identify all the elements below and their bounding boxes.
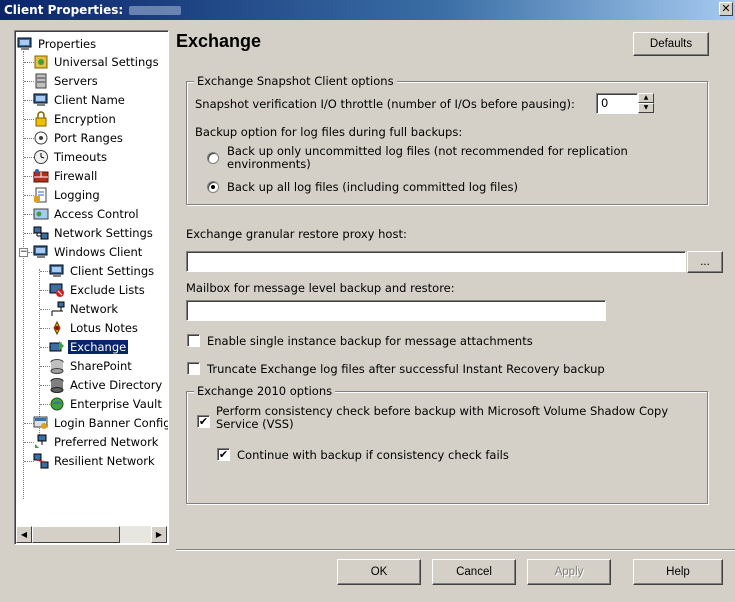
radio-uncommitted-label[interactable]: Back up only uncommitted log files (not … — [227, 145, 667, 171]
scroll-left-button[interactable]: ◀ — [16, 526, 32, 543]
access-control-icon — [33, 206, 49, 222]
resilient-network-icon — [33, 453, 49, 469]
proxy-host-label: Exchange granular restore proxy host: — [186, 227, 407, 241]
continue-backup-checkbox[interactable]: ✔ — [217, 448, 230, 461]
logging-icon — [33, 187, 49, 203]
group-title: Exchange 2010 options — [194, 384, 336, 398]
port-ranges-icon — [33, 130, 49, 146]
tree-item-login-banner[interactable]: Login Banner Configuration — [33, 414, 168, 432]
clock-icon — [33, 149, 49, 165]
cancel-button[interactable]: Cancel — [432, 559, 516, 585]
tree-item-active-directory[interactable]: Active Directory — [49, 376, 164, 394]
apply-button[interactable]: Apply — [527, 559, 611, 585]
network-icon — [49, 301, 65, 317]
truncate-logs-checkbox[interactable] — [187, 362, 200, 375]
tree-item-enterprise-vault[interactable]: Enterprise Vault — [49, 395, 164, 413]
single-instance-label[interactable]: Enable single instance backup for messag… — [207, 334, 533, 348]
proxy-host-input[interactable] — [186, 251, 686, 272]
preferred-network-icon — [33, 434, 49, 450]
tree-item-resilient-network[interactable]: Resilient Network — [33, 452, 157, 470]
truncate-logs-label[interactable]: Truncate Exchange log files after succes… — [207, 362, 605, 376]
collapse-windows-client[interactable]: − — [19, 248, 28, 257]
tree-item-lotus-notes[interactable]: Lotus Notes — [49, 319, 140, 337]
radio-uncommitted-logs[interactable] — [207, 152, 219, 164]
arrow-left-icon: ◀ — [20, 530, 28, 539]
client-name-icon — [33, 92, 49, 108]
lock-icon — [33, 111, 49, 127]
close-icon: ✕ — [721, 2, 731, 15]
title-bar: Client Properties: ✕ — [0, 0, 735, 20]
throttle-input[interactable]: 0 — [596, 93, 638, 114]
radio-all-label[interactable]: Back up all log files (including committ… — [227, 180, 518, 194]
tree-item-client-name[interactable]: Client Name — [33, 91, 127, 109]
throttle-spinner[interactable]: ▲ ▼ — [638, 93, 654, 114]
consistency-check-checkbox[interactable]: ✔ — [197, 415, 210, 428]
tree-horizontal-scrollbar[interactable]: ◀ ▶ — [16, 526, 167, 543]
browse-button[interactable]: ... — [687, 251, 723, 273]
tree-item-network[interactable]: Network — [49, 300, 120, 318]
lotus-notes-icon — [49, 320, 65, 336]
tree-item-preferred-network[interactable]: Preferred Network — [33, 433, 160, 451]
ok-button[interactable]: OK — [337, 559, 421, 585]
enterprise-vault-icon — [49, 396, 65, 412]
tree-item-logging[interactable]: Logging — [33, 186, 102, 204]
active-directory-icon — [49, 377, 65, 393]
group-title: Exchange Snapshot Client options — [194, 74, 397, 88]
radio-all-logs[interactable] — [207, 181, 219, 193]
defaults-button[interactable]: Defaults — [633, 32, 709, 56]
login-banner-icon — [33, 415, 49, 431]
scroll-thumb[interactable] — [32, 526, 120, 543]
tree-item-timeouts[interactable]: Timeouts — [33, 148, 109, 166]
mailbox-label: Mailbox for message level backup and res… — [186, 281, 455, 295]
servers-icon — [33, 73, 49, 89]
computer-icon — [17, 36, 33, 52]
exclude-lists-icon — [49, 282, 65, 298]
properties-tree[interactable]: Properties Universal Settings Servers Cl… — [14, 30, 169, 545]
tree-item-windows-client[interactable]: Windows Client — [33, 243, 144, 261]
consistency-check-label[interactable]: Perform consistency check before backup … — [216, 405, 686, 431]
tree-item-access-control[interactable]: Access Control — [33, 205, 141, 223]
tree-item-firewall[interactable]: Firewall — [33, 167, 99, 185]
tree-item-port-ranges[interactable]: Port Ranges — [33, 129, 125, 147]
tree-item-servers[interactable]: Servers — [33, 72, 100, 90]
arrow-right-icon: ▶ — [155, 530, 163, 539]
footer-separator — [176, 549, 735, 551]
tree-item-network-settings[interactable]: Network Settings — [33, 224, 155, 242]
page-title: Exchange — [176, 31, 262, 51]
mailbox-input[interactable] — [186, 300, 606, 321]
tree-item-client-settings[interactable]: Client Settings — [49, 262, 156, 280]
firewall-icon — [33, 168, 49, 184]
tree-item-sharepoint[interactable]: SharePoint — [49, 357, 134, 375]
scroll-right-button[interactable]: ▶ — [151, 526, 167, 543]
computer-icon — [49, 263, 65, 279]
tree-item-exclude-lists[interactable]: Exclude Lists — [49, 281, 147, 299]
tree-item-universal-settings[interactable]: Universal Settings — [33, 53, 161, 71]
spin-down-button[interactable]: ▼ — [638, 103, 654, 113]
spin-up-button[interactable]: ▲ — [638, 93, 654, 103]
tree-item-encryption[interactable]: Encryption — [33, 110, 118, 128]
single-instance-checkbox[interactable] — [187, 334, 200, 347]
close-button[interactable]: ✕ — [719, 2, 733, 16]
backup-option-label: Backup option for log files during full … — [195, 125, 463, 139]
redacted-client-name — [129, 5, 182, 15]
universal-settings-icon — [33, 54, 49, 70]
exchange-icon — [49, 339, 65, 355]
tree-item-exchange[interactable]: Exchange — [49, 338, 129, 356]
throttle-label: Snapshot verification I/O throttle (numb… — [195, 97, 575, 111]
continue-backup-label[interactable]: Continue with backup if consistency chec… — [237, 448, 509, 462]
sharepoint-icon — [49, 358, 65, 374]
network-settings-icon — [33, 225, 49, 241]
computer-icon — [33, 244, 49, 260]
tree-item-properties[interactable]: Properties — [17, 35, 98, 53]
help-button[interactable]: Help — [633, 559, 723, 585]
window-title: Client Properties: — [4, 3, 124, 17]
